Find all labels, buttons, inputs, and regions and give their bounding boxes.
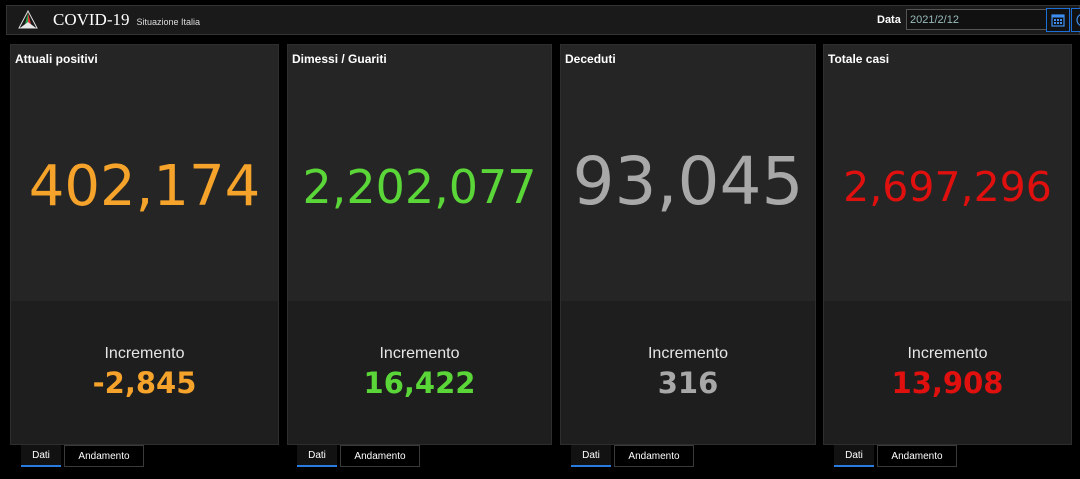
increment-label: Incremento — [104, 345, 185, 362]
tabs-totale: Dati Andamento — [834, 445, 960, 467]
increment-label: Incremento — [907, 345, 988, 362]
tab-andamento[interactable]: Andamento — [340, 445, 420, 467]
date-label: Data — [877, 14, 901, 26]
panel-top: Totale casi 2,697,296 — [824, 45, 1071, 301]
panel-title: Totale casi — [828, 52, 890, 66]
tab-andamento[interactable]: Andamento — [64, 445, 144, 467]
calendar-icon — [1051, 14, 1065, 27]
panel-bottom: Incremento 16,422 — [288, 301, 551, 444]
tab-dati[interactable]: Dati — [834, 445, 874, 467]
panel-title: Deceduti — [565, 52, 616, 66]
increment-value: 316 — [657, 366, 719, 400]
panel-bottom: Incremento -2,845 — [11, 301, 278, 444]
tab-dati[interactable]: Dati — [21, 445, 61, 467]
tab-andamento[interactable]: Andamento — [614, 445, 694, 467]
panel-totale-casi: Totale casi 2,697,296 Incremento 13,908 — [823, 44, 1072, 445]
panel-title: Attuali positivi — [15, 52, 98, 66]
panel-top: Dimessi / Guariti 2,202,077 — [288, 45, 551, 301]
panel-top: Attuali positivi 402,174 — [11, 45, 278, 301]
panel-top: Deceduti 93,045 — [561, 45, 815, 301]
app-title: COVID-19 — [53, 10, 130, 29]
tab-andamento[interactable]: Andamento — [877, 445, 957, 467]
main-value: 2,202,077 — [302, 160, 537, 214]
panel-dimessi-guariti: Dimessi / Guariti 2,202,077 Incremento 1… — [287, 44, 552, 445]
main-value: 402,174 — [28, 154, 261, 219]
increment-value: -2,845 — [92, 366, 197, 400]
panel-deceduti: Deceduti 93,045 Incremento 316 — [560, 44, 816, 445]
panel-bottom: Incremento 13,908 — [824, 301, 1071, 444]
tab-dati[interactable]: Dati — [571, 445, 611, 467]
panel-attuali-positivi: Attuali positivi 402,174 Incremento -2,8… — [10, 44, 279, 445]
clock-icon — [1076, 14, 1080, 26]
increment-value: 13,908 — [891, 366, 1004, 400]
date-input[interactable] — [906, 9, 1047, 30]
tabs-positivi: Dati Andamento — [21, 445, 147, 467]
calendar-button[interactable] — [1046, 8, 1070, 32]
app-header: COVID-19 Situazione Italia Data — [6, 5, 1080, 35]
tab-dati[interactable]: Dati — [297, 445, 337, 467]
app-subtitle: Situazione Italia — [136, 17, 201, 27]
tabs-deceduti: Dati Andamento — [571, 445, 697, 467]
tabs-guariti: Dati Andamento — [297, 445, 423, 467]
main-value: 93,045 — [572, 143, 804, 220]
panel-bottom: Incremento 316 — [561, 301, 815, 444]
panel-title: Dimessi / Guariti — [292, 52, 387, 66]
clock-button[interactable] — [1071, 8, 1080, 32]
increment-value: 16,422 — [363, 366, 476, 400]
italy-logo-icon — [18, 9, 38, 29]
increment-label: Incremento — [379, 345, 460, 362]
main-value: 2,697,296 — [843, 163, 1052, 211]
increment-label: Incremento — [647, 345, 729, 362]
